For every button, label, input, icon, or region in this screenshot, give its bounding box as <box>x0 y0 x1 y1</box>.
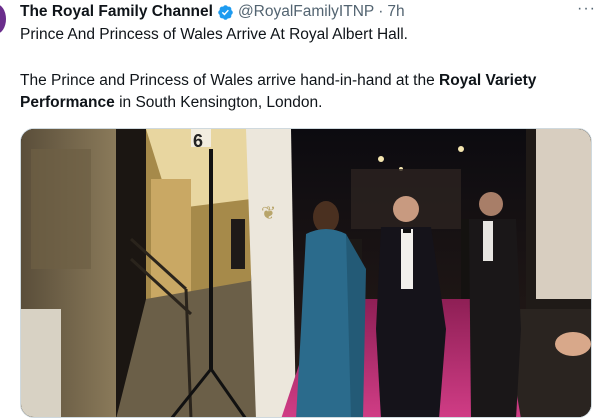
separator: · <box>378 3 384 20</box>
author-name[interactable]: The Royal Family Channel <box>20 3 213 21</box>
svg-text:❦: ❦ <box>261 203 276 223</box>
tweet-body: The Prince and Princess of Wales arrive … <box>20 70 592 114</box>
video-frame: 6 ❦ <box>21 129 591 417</box>
tweet-headline: Prince And Princess of Wales Arrive At R… <box>20 26 408 43</box>
avatar[interactable] <box>0 4 6 34</box>
more-horizontal-icon[interactable]: ··· <box>577 0 596 18</box>
tweet-body-text: The Prince and Princess of Wales arrive … <box>20 72 439 89</box>
sign-number: 6 <box>193 131 203 151</box>
timestamp[interactable]: 7h <box>387 3 404 21</box>
author-handle[interactable]: @RoyalFamilyITNP <box>238 3 374 21</box>
tweet-body-text-end: in South Kensington, London. <box>114 94 323 111</box>
video-player[interactable]: 6 ❦ <box>20 128 592 418</box>
tweet-header: The Royal Family Channel @RoyalFamilyITN… <box>20 2 592 22</box>
verified-badge-icon <box>217 4 234 21</box>
